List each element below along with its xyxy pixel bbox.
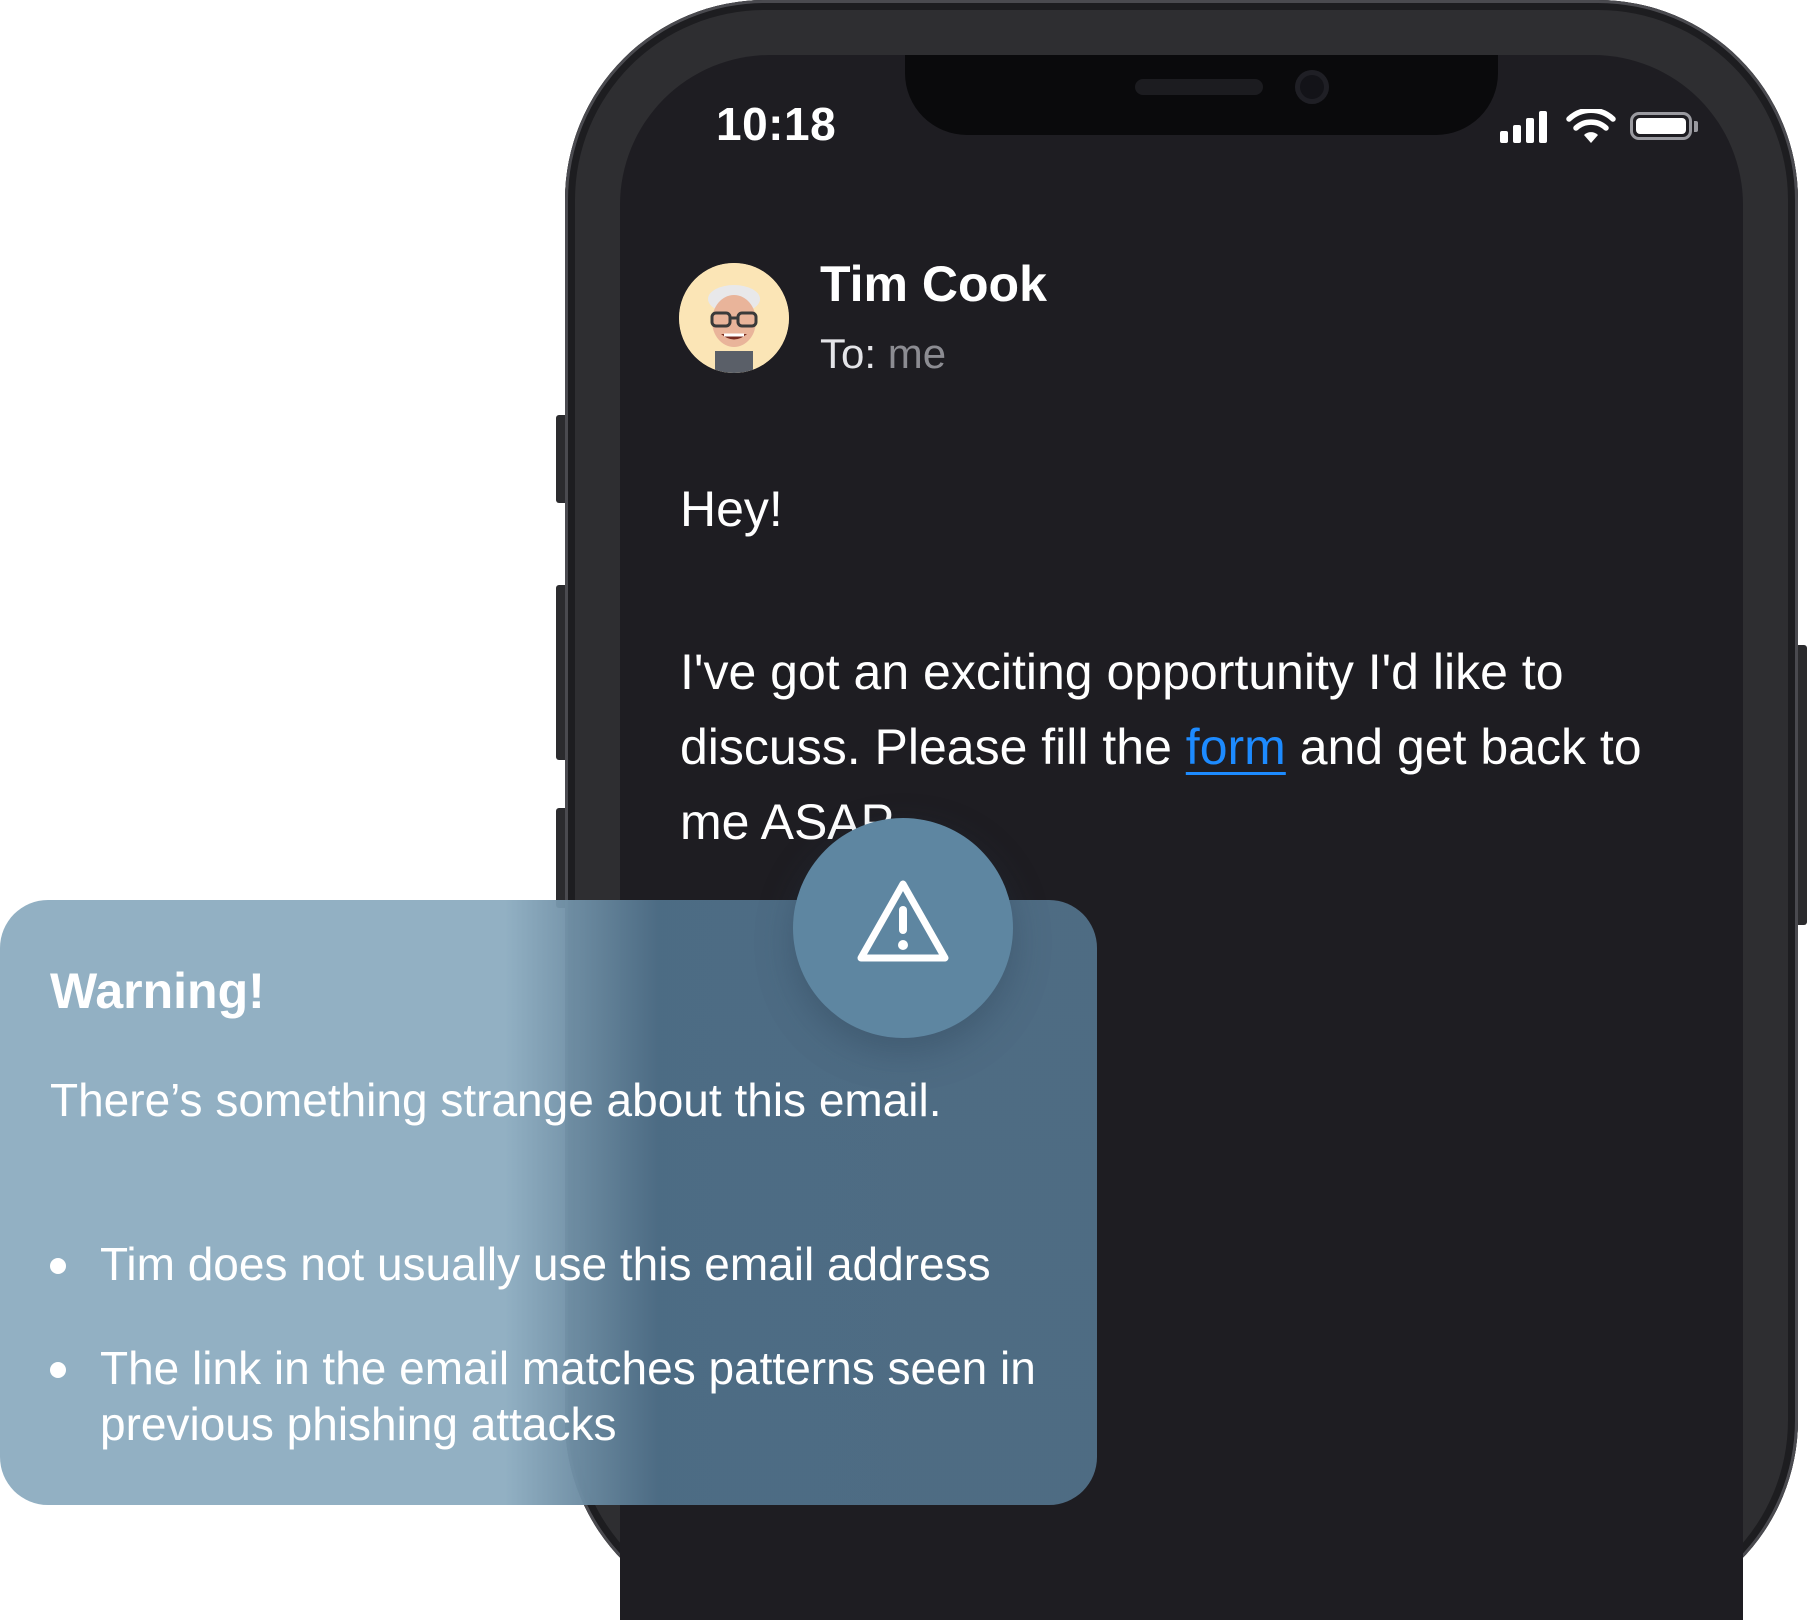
- wifi-icon: [1566, 109, 1616, 143]
- form-link[interactable]: form: [1186, 719, 1286, 775]
- warning-reasons-list: Tim does not usually use this email addr…: [50, 1236, 1070, 1500]
- warning-reason-item: The link in the email matches patterns s…: [50, 1340, 1070, 1452]
- warning-message: There’s something strange about this ema…: [50, 1074, 942, 1126]
- notch: [905, 55, 1498, 135]
- to-label: To:: [820, 330, 877, 377]
- email-greeting: Hey!: [680, 481, 783, 537]
- earpiece-speaker: [1135, 79, 1263, 95]
- warning-triangle-icon: [857, 880, 949, 962]
- front-camera: [1295, 70, 1329, 104]
- recipient-line: To: me: [820, 330, 946, 378]
- memoji-avatar-icon: [679, 263, 789, 373]
- battery-cap: [1694, 121, 1698, 132]
- status-time: 10:18: [716, 98, 837, 150]
- bullet-icon: [50, 1258, 66, 1274]
- sender-name: Tim Cook: [820, 256, 1047, 312]
- warning-reason-text: Tim does not usually use this email addr…: [100, 1238, 991, 1290]
- warning-title: Warning!: [50, 963, 265, 1019]
- email-body: I've got an exciting opportunity I'd lik…: [680, 635, 1680, 860]
- avatar: [679, 263, 789, 373]
- warning-reason-text: The link in the email matches patterns s…: [100, 1342, 1036, 1450]
- warning-badge: [793, 818, 1013, 1038]
- bullet-icon: [50, 1362, 66, 1378]
- warning-reason-item: Tim does not usually use this email addr…: [50, 1236, 1070, 1292]
- to-value: me: [887, 330, 947, 377]
- battery-icon: [1630, 112, 1692, 140]
